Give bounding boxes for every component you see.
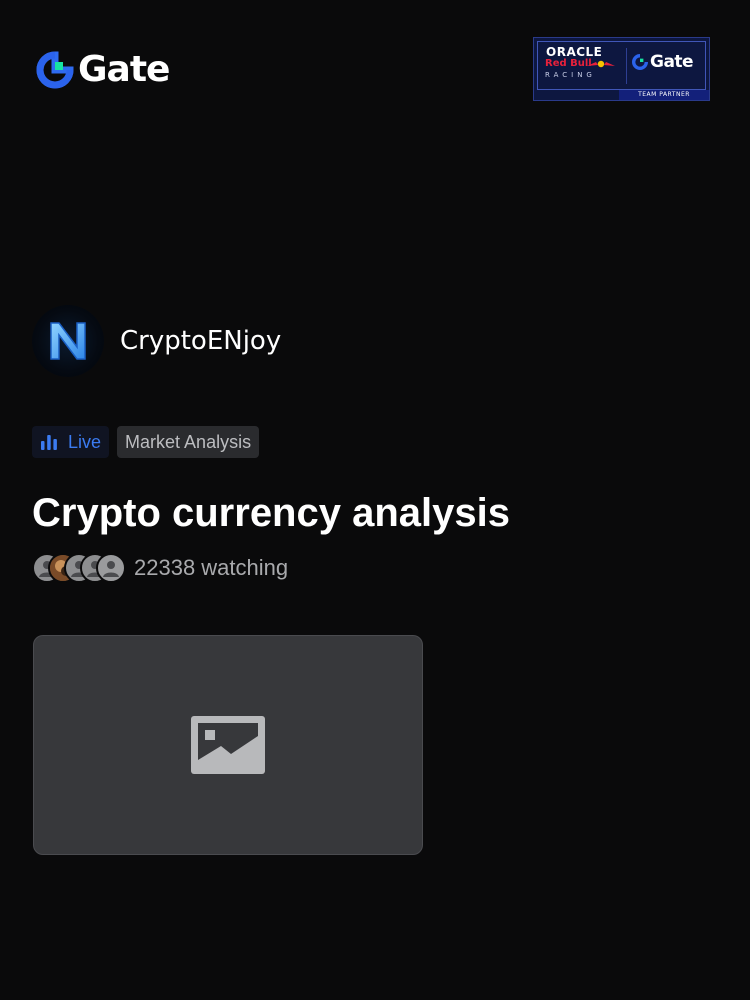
category-tag[interactable]: Market Analysis xyxy=(117,426,260,458)
viewer-avatar-stack xyxy=(32,553,126,583)
bull-icon xyxy=(587,60,615,68)
badge-redbull-text: Red Bull xyxy=(545,58,592,69)
badge-team-partner-text: TEAM PARTNER xyxy=(619,90,709,100)
creator-info[interactable]: CryptoENjoy xyxy=(32,305,281,377)
person-icon xyxy=(103,561,119,577)
gate-logo-icon xyxy=(36,51,74,89)
stream-tags: Live Market Analysis xyxy=(32,426,260,458)
viewer-avatar xyxy=(96,553,126,583)
brand-logo[interactable]: Gate xyxy=(36,49,170,90)
live-badge: Live xyxy=(32,426,110,458)
badge-divider xyxy=(626,48,627,84)
image-placeholder-icon xyxy=(191,716,265,774)
badge-oracle-text: ORACLE xyxy=(546,45,603,59)
badge-gate-word: Gate xyxy=(650,52,694,72)
creator-avatar[interactable] xyxy=(32,305,104,377)
live-label: Live xyxy=(68,431,102,452)
badge-racing-text: RACING xyxy=(545,71,596,79)
brand-name: Gate xyxy=(78,49,170,90)
badge-gate-logo: Gate xyxy=(632,52,694,72)
stream-title: Crypto currency analysis xyxy=(32,491,510,535)
letter-n-avatar-icon xyxy=(50,322,86,360)
category-label: Market Analysis xyxy=(125,431,252,452)
team-partner-badge[interactable]: ORACLE Red Bull RACING Gate TEAM PARTNER xyxy=(533,37,710,101)
live-bars-icon xyxy=(41,435,57,450)
stream-thumbnail[interactable] xyxy=(33,635,423,855)
viewer-summary: 22338 watching xyxy=(32,553,288,583)
viewer-count: 22338 watching xyxy=(134,555,289,580)
creator-name[interactable]: CryptoENjoy xyxy=(120,326,281,356)
gate-small-icon xyxy=(632,54,648,70)
